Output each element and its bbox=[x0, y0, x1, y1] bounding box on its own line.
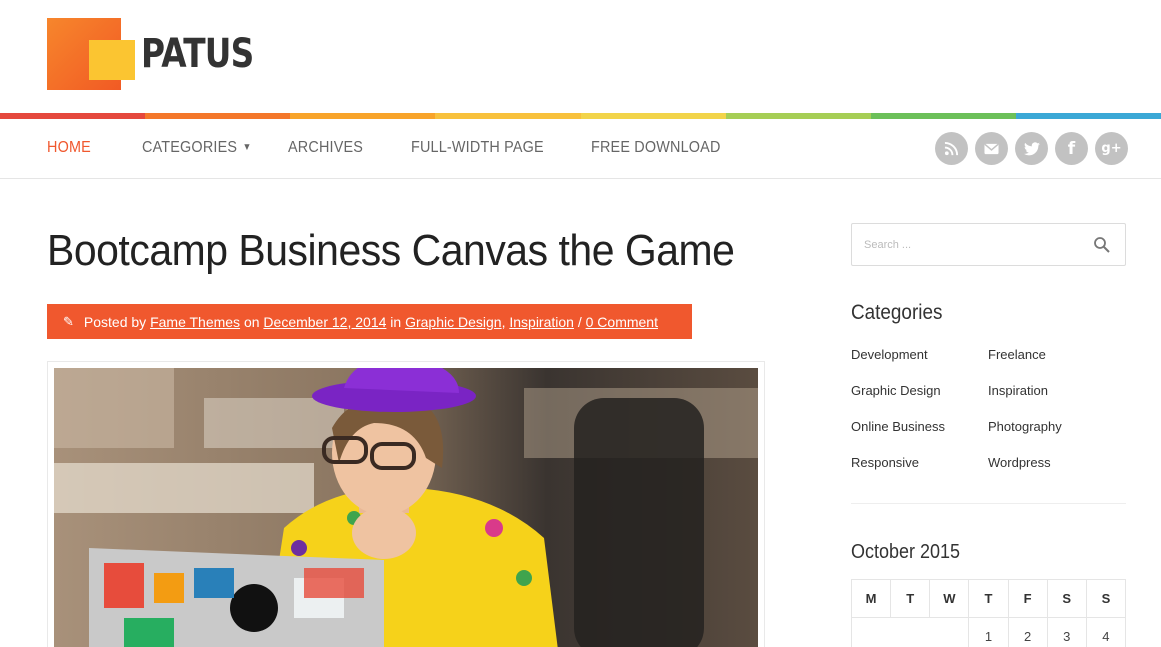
on-label: on bbox=[243, 313, 260, 330]
category-inspiration[interactable]: Inspiration bbox=[988, 383, 1048, 398]
calendar-day: 3 bbox=[1046, 617, 1087, 647]
nav-home[interactable]: HOME bbox=[47, 139, 91, 157]
caret-down-icon: ▼ bbox=[242, 142, 252, 153]
calendar-day-header: T bbox=[890, 579, 931, 618]
calendar-title: October 2015 bbox=[851, 541, 961, 563]
category-link-inspiration[interactable]: Inspiration bbox=[509, 314, 574, 330]
category-development[interactable]: Development bbox=[851, 347, 928, 362]
nav-free-download[interactable]: FREE DOWNLOAD bbox=[591, 139, 721, 157]
calendar-day-header: S bbox=[1046, 579, 1087, 618]
search-icon[interactable] bbox=[1093, 236, 1111, 254]
search-box bbox=[851, 223, 1126, 266]
category-wordpress[interactable]: Wordpress bbox=[988, 455, 1051, 470]
calendar-day-header: M bbox=[850, 579, 892, 618]
calendar-day-header: S bbox=[1085, 579, 1127, 618]
nav-archives[interactable]: ARCHIVES bbox=[288, 139, 363, 157]
category-freelance[interactable]: Freelance bbox=[988, 347, 1046, 362]
main-navigation: HOME CATEGORIES ▼ ARCHIVES FULL-WIDTH PAG… bbox=[0, 119, 1161, 179]
logo-mark bbox=[47, 18, 135, 90]
category-responsive[interactable]: Responsive bbox=[851, 455, 919, 470]
twitter-icon[interactable] bbox=[1015, 132, 1048, 165]
slash: / bbox=[577, 313, 582, 330]
nav-categories[interactable]: CATEGORIES ▼ bbox=[142, 139, 252, 157]
email-icon[interactable] bbox=[975, 132, 1008, 165]
date-link[interactable]: December 12, 2014 bbox=[263, 314, 386, 330]
rss-icon[interactable] bbox=[935, 132, 968, 165]
category-link-graphic-design[interactable]: Graphic Design bbox=[405, 314, 502, 330]
comments-link[interactable]: 0 Comment bbox=[586, 314, 658, 330]
featured-image[interactable] bbox=[47, 361, 765, 647]
site-header: PATUS bbox=[0, 0, 1161, 113]
google-plus-icon[interactable]: g+ bbox=[1095, 132, 1128, 165]
search-input[interactable] bbox=[864, 236, 1084, 254]
calendar-day: 4 bbox=[1085, 617, 1127, 647]
posted-by-label: Posted by bbox=[83, 313, 147, 330]
site-logo[interactable]: PATUS bbox=[47, 18, 278, 90]
calendar-day-header: T bbox=[968, 579, 1009, 618]
nav-categories-label: CATEGORIES bbox=[142, 139, 238, 156]
site-name: PATUS bbox=[141, 31, 254, 77]
facebook-icon[interactable]: f bbox=[1055, 132, 1088, 165]
calendar-table: M T W T F S S 1 2 3 4 bbox=[850, 579, 1127, 647]
calendar-day-header: F bbox=[1007, 579, 1048, 618]
author-link[interactable]: Fame Themes bbox=[150, 314, 240, 330]
widget-divider bbox=[851, 503, 1126, 504]
in-label: in bbox=[390, 313, 402, 330]
category-online-business[interactable]: Online Business bbox=[851, 419, 945, 434]
category-graphic-design[interactable]: Graphic Design bbox=[851, 383, 941, 398]
calendar-day: 2 bbox=[1007, 617, 1048, 647]
category-photography[interactable]: Photography bbox=[988, 419, 1062, 434]
pin-icon: ✎ bbox=[63, 313, 74, 329]
social-links: f g+ bbox=[935, 132, 1128, 165]
categories-widget-title: Categories bbox=[851, 301, 943, 324]
nav-full-width-page[interactable]: FULL-WIDTH PAGE bbox=[411, 139, 544, 157]
post-title[interactable]: Bootcamp Business Canvas the Game bbox=[47, 226, 735, 276]
calendar-header-row: M T W T F S S bbox=[850, 579, 1127, 618]
calendar-day: 1 bbox=[968, 617, 1009, 647]
calendar-week-row: 1 2 3 4 bbox=[850, 617, 1127, 647]
calendar-empty-cell bbox=[850, 617, 970, 647]
post-meta: ✎ Posted by Fame Themes on December 12, … bbox=[47, 304, 692, 339]
comma: , bbox=[501, 313, 506, 330]
calendar-day-header: W bbox=[929, 579, 970, 618]
featured-photo bbox=[54, 368, 758, 647]
